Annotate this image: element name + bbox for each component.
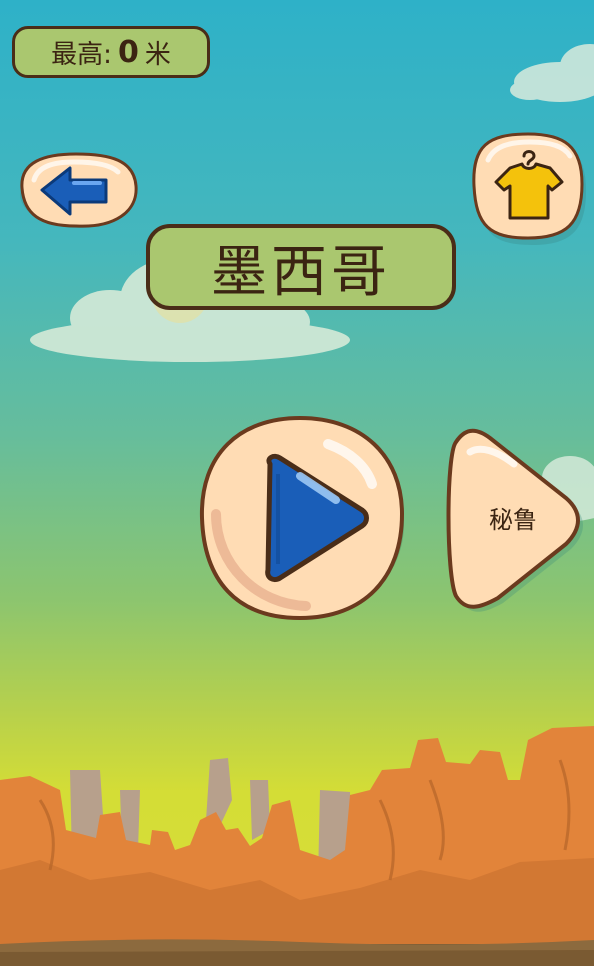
- back-button[interactable]: [14, 150, 138, 230]
- next-level-label: 秘鲁: [489, 506, 537, 534]
- level-title: 墨西哥: [211, 239, 391, 305]
- level-title-banner: 墨西哥: [146, 224, 456, 310]
- play-button[interactable]: [196, 414, 408, 624]
- cloud-top-right: [510, 44, 594, 102]
- game-scene: 最高: 0 米 墨西哥 秘鲁: [0, 0, 594, 966]
- high-score-label: 最高:: [51, 39, 112, 70]
- high-score-unit: 米: [144, 39, 171, 70]
- high-score-value: 0: [117, 34, 139, 70]
- outfit-shop-button[interactable]: [470, 130, 588, 246]
- high-score-display: 最高: 0 米: [12, 26, 210, 78]
